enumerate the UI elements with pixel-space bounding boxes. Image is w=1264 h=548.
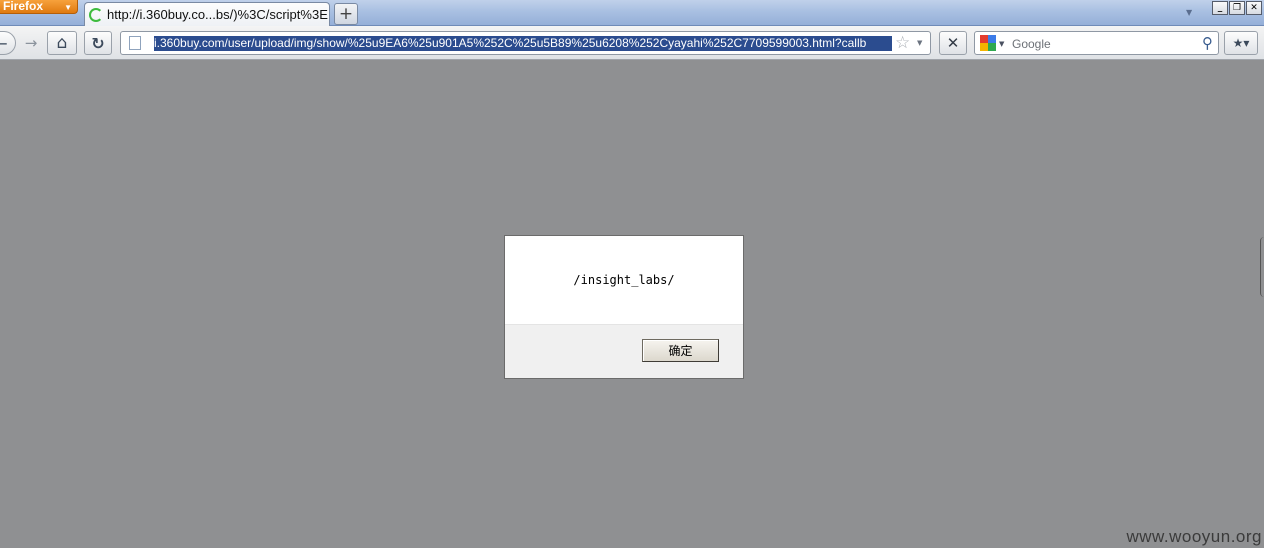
stop-button[interactable]: ✕ (939, 31, 967, 55)
loading-spinner-icon (89, 7, 103, 22)
search-engine-chevron-icon[interactable]: ▼ (999, 40, 1004, 48)
home-button[interactable]: ⌂ (47, 31, 77, 55)
navigation-toolbar: ← → ⌂ ↻ i.360buy.com/user/upload/img/sho… (0, 26, 1264, 60)
firefox-menu-button[interactable]: Firefox ▼ (0, 0, 78, 14)
search-icon[interactable]: ⚲ (1202, 34, 1213, 52)
scroll-edge (1260, 237, 1264, 297)
tab-active[interactable]: http://i.360buy.co...bs/)%3C/script%3E (84, 2, 330, 26)
back-button[interactable]: ← (0, 31, 16, 55)
alert-message: /insight_labs/ (505, 236, 743, 325)
forward-button[interactable]: → (18, 31, 44, 55)
close-window-button[interactable]: ✕ (1246, 1, 1262, 15)
page-icon (129, 36, 141, 50)
restore-button[interactable]: ❐ (1229, 1, 1245, 15)
minimize-button[interactable]: _ (1212, 1, 1228, 15)
firefox-menu-label: Firefox (3, 0, 44, 13)
url-field[interactable]: i.360buy.com/user/upload/img/show/%25u9E… (154, 36, 892, 51)
title-bar: Firefox ▼ http://i.360buy.co...bs/)%3C/s… (0, 0, 1264, 26)
tab-list-chevron-icon[interactable]: ▼ (1186, 8, 1192, 17)
bookmark-star-icon[interactable]: ☆ (895, 33, 910, 53)
reload-button[interactable]: ↻ (84, 31, 112, 55)
tab-title: http://i.360buy.co...bs/)%3C/script%3E (107, 7, 328, 22)
bookmarks-button[interactable]: ★▾ (1224, 31, 1258, 55)
alert-dialog: /insight_labs/ 确定 (504, 235, 744, 379)
ok-button[interactable]: 确定 (642, 339, 719, 362)
new-tab-button[interactable]: + (334, 3, 358, 25)
url-history-chevron-icon[interactable]: ▼ (917, 39, 922, 47)
search-input[interactable]: Google (1012, 37, 1051, 51)
watermark: www.wooyun.org (1126, 527, 1262, 546)
chevron-down-icon: ▼ (64, 3, 72, 12)
search-bar[interactable]: ▼ Google ⚲ (974, 31, 1219, 55)
address-bar[interactable]: i.360buy.com/user/upload/img/show/%25u9E… (120, 31, 931, 55)
google-engine-icon[interactable] (980, 35, 996, 51)
